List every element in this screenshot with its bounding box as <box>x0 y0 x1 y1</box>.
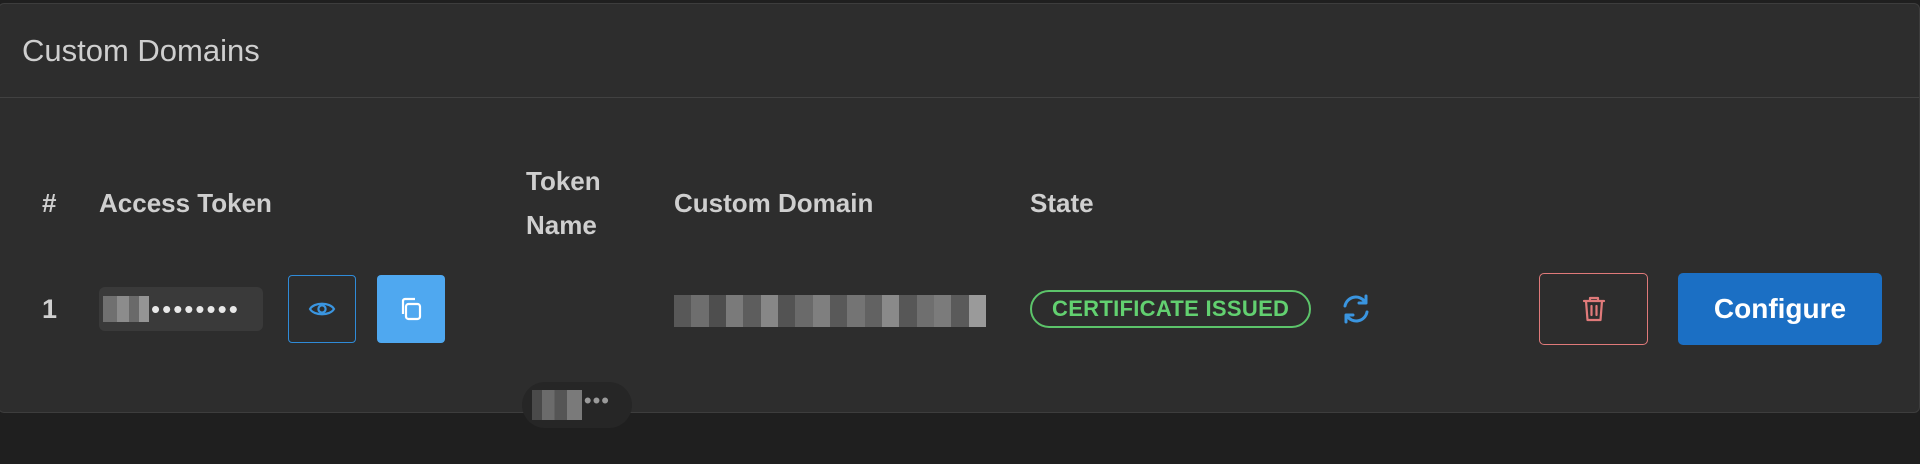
custom-domain-value <box>674 295 986 327</box>
copy-token-button[interactable] <box>377 275 445 343</box>
state-badge: CERTIFICATE ISSUED <box>1030 290 1312 328</box>
redacted-block <box>129 296 139 322</box>
header-state: State <box>1030 188 1094 218</box>
token-name-value: ••• <box>522 382 632 428</box>
token-name-ellipsis: ••• <box>583 388 610 413</box>
eye-icon <box>308 302 336 316</box>
header-access-token: Access Token <box>99 188 272 218</box>
trash-icon <box>1582 296 1605 322</box>
header-token-name-line2: Name <box>526 210 597 240</box>
redacted-block <box>532 390 582 420</box>
redacted-block <box>103 296 117 322</box>
access-token-value: •••••••• <box>99 287 263 331</box>
delete-domain-button[interactable] <box>1539 273 1648 345</box>
row-index: 1 <box>42 294 58 324</box>
header-token-name-line1: Token <box>526 166 601 196</box>
custom-domains-card: Custom Domains # Access Token Token Name… <box>0 3 1920 428</box>
card-title: Custom Domains <box>22 32 260 68</box>
refresh-icon <box>1343 294 1369 324</box>
refresh-state-button[interactable] <box>1338 291 1374 327</box>
reveal-token-button[interactable] <box>288 275 356 343</box>
configure-button[interactable]: Configure <box>1678 273 1882 345</box>
copy-icon <box>401 297 422 321</box>
redacted-block <box>139 296 149 322</box>
access-token-mask: •••••••• <box>151 294 240 324</box>
card-header: Custom Domains <box>0 4 1919 98</box>
redacted-block <box>117 296 129 322</box>
header-index: # <box>42 188 57 218</box>
header-custom-domain: Custom Domain <box>674 188 874 218</box>
